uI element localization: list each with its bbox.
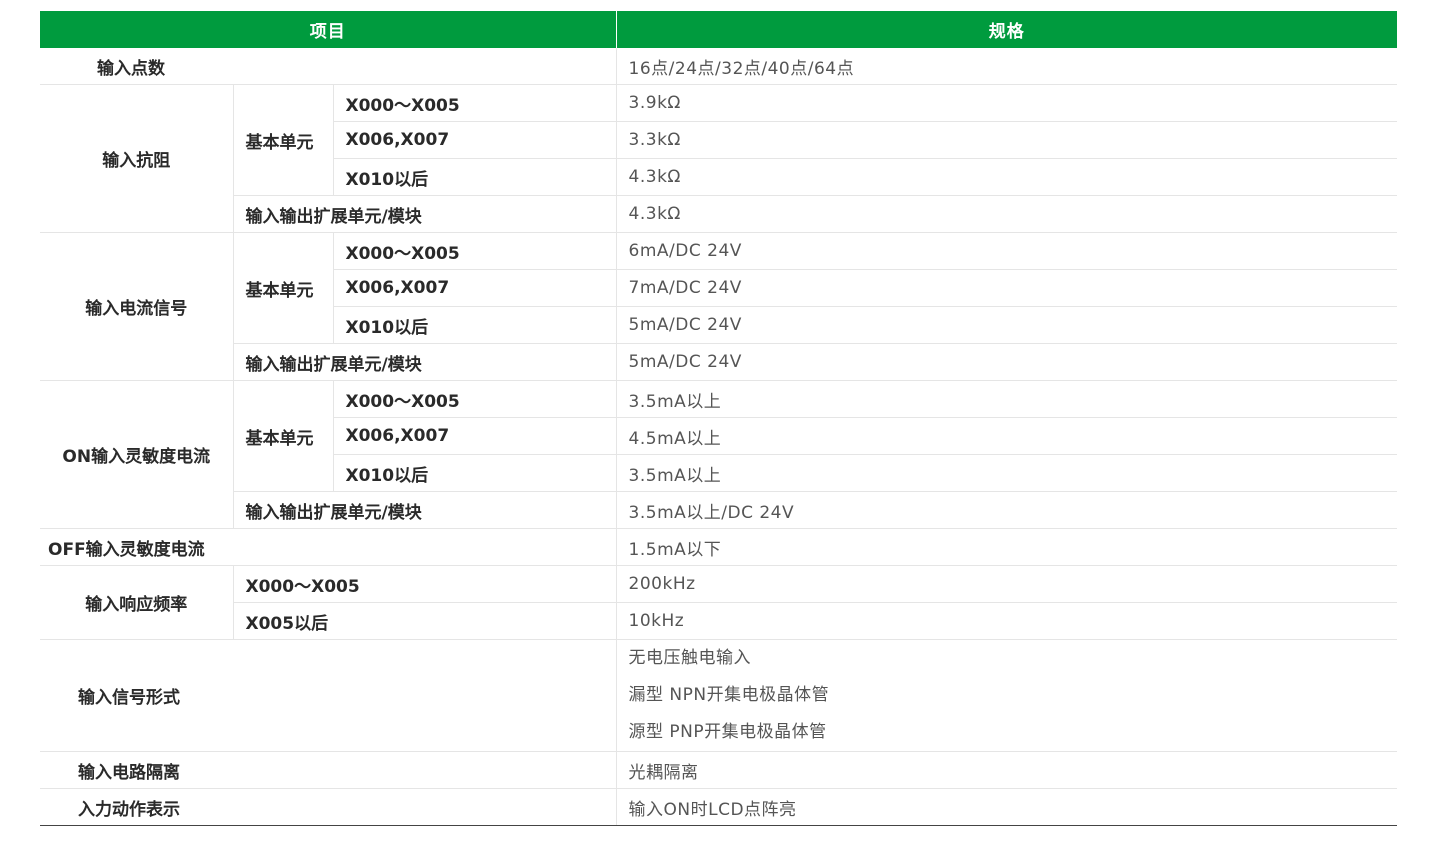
row-label-input-points: 输入点数: [40, 48, 617, 85]
sub-label: X006,X007: [333, 269, 617, 307]
value-cell: 200kHz: [615, 565, 1398, 603]
row-label-off-sensitivity: OFF输入灵敏度电流: [40, 528, 617, 566]
table-row: 输入电路隔离 光耦隔离: [40, 751, 1398, 789]
value-cell: 输入ON时LCD点阵亮: [615, 788, 1398, 826]
sub-label: X000～X005: [333, 232, 617, 270]
sub-label: X006,X007: [333, 417, 617, 455]
value-cell: 10kHz: [615, 602, 1398, 640]
ext-unit-label: 输入输出扩展单元/模块: [233, 195, 617, 233]
table-row: 入力动作表示 输入ON时LCD点阵亮: [40, 788, 1398, 826]
row-value-input-points: 16点/24点/32点/40点/64点: [615, 48, 1398, 85]
value-cell: 5mA/DC 24V: [615, 343, 1398, 381]
spec-table: 项目 规格 输入点数 16点/24点/32点/40点/64点 输入抗阻 基本单元…: [40, 11, 1398, 826]
value-cell: 1.5mA以下: [615, 528, 1398, 566]
signal-form-line: 无电压触电输入: [628, 648, 752, 668]
table-header: 项目 规格: [40, 11, 1398, 48]
table-row: 输入输出扩展单元/模块 3.5mA以上/DC 24V: [40, 491, 1398, 529]
signal-form-line: 漏型 NPN开集电极晶体管: [628, 685, 830, 705]
table-row: 输入电流信号 基本单元 X000～X005 6mA/DC 24V: [40, 232, 1398, 381]
table-row: 输入点数 16点/24点/32点/40点/64点: [40, 48, 1398, 85]
ext-unit-label: 输入输出扩展单元/模块: [233, 491, 617, 529]
row-label-signal-form: 输入信号形式: [40, 639, 617, 752]
basic-unit-label: 基本单元: [233, 380, 334, 492]
value-cell: 4.3kΩ: [615, 195, 1398, 233]
sub-label: X010以后: [333, 454, 617, 492]
basic-unit-label: 基本单元: [233, 84, 334, 196]
sub-label: X010以后: [333, 158, 617, 196]
value-cell: 4.5mA以上: [615, 417, 1398, 455]
sub-label: X006,X007: [333, 121, 617, 159]
basic-unit-label: 基本单元: [233, 232, 334, 344]
value-cell: 3.9kΩ: [615, 84, 1398, 122]
value-cell: 5mA/DC 24V: [615, 306, 1398, 344]
value-cell: 3.3kΩ: [615, 121, 1398, 159]
row-label-current: 输入电流信号: [40, 232, 234, 381]
table-row: ON输入灵敏度电流 基本单元 X000～X005 3.5mA以上: [40, 380, 1398, 529]
sub-label: X000～X005: [333, 380, 617, 418]
table-row: X005以后 10kHz: [40, 602, 1398, 640]
table-row: 输入输出扩展单元/模块 5mA/DC 24V: [40, 343, 1398, 381]
header-spec: 规格: [616, 11, 1398, 48]
value-cell: 4.3kΩ: [615, 158, 1398, 196]
row-label-isolation: 输入电路隔离: [40, 751, 617, 789]
sub-label: X010以后: [333, 306, 617, 344]
value-cell: 3.5mA以上: [615, 454, 1398, 492]
table-row: OFF输入灵敏度电流 1.5mA以下: [40, 528, 1398, 566]
value-cell-multi: 无电压触电输入 漏型 NPN开集电极晶体管 源型 PNP开集电极晶体管: [615, 639, 1398, 752]
value-cell: 7mA/DC 24V: [615, 269, 1398, 307]
row-label-display: 入力动作表示: [40, 788, 617, 826]
value-cell: 3.5mA以上: [615, 380, 1398, 418]
table-row: 输入信号形式 无电压触电输入 漏型 NPN开集电极晶体管 源型 PNP开集电极晶…: [40, 639, 1398, 752]
header-item: 项目: [40, 11, 617, 48]
sub-label: X005以后: [233, 602, 617, 640]
value-cell: 6mA/DC 24V: [615, 232, 1398, 270]
ext-unit-label: 输入输出扩展单元/模块: [233, 343, 617, 381]
value-cell: 光耦隔离: [615, 751, 1398, 789]
sub-label: X000～X005: [233, 565, 617, 603]
sub-label: X000～X005: [333, 84, 617, 122]
row-label-on-sensitivity: ON输入灵敏度电流: [40, 380, 234, 529]
table-row: 输入响应频率 X000～X005 200kHz: [40, 565, 1398, 640]
signal-form-line: 源型 PNP开集电极晶体管: [628, 722, 827, 742]
table-row: 输入抗阻 基本单元 X000～X005 3.9kΩ: [40, 84, 1398, 233]
row-label-impedance: 输入抗阻: [40, 84, 234, 233]
table-row: 输入输出扩展单元/模块 4.3kΩ: [40, 195, 1398, 233]
value-cell: 3.5mA以上/DC 24V: [615, 491, 1398, 529]
row-label-response: 输入响应频率: [40, 565, 234, 640]
